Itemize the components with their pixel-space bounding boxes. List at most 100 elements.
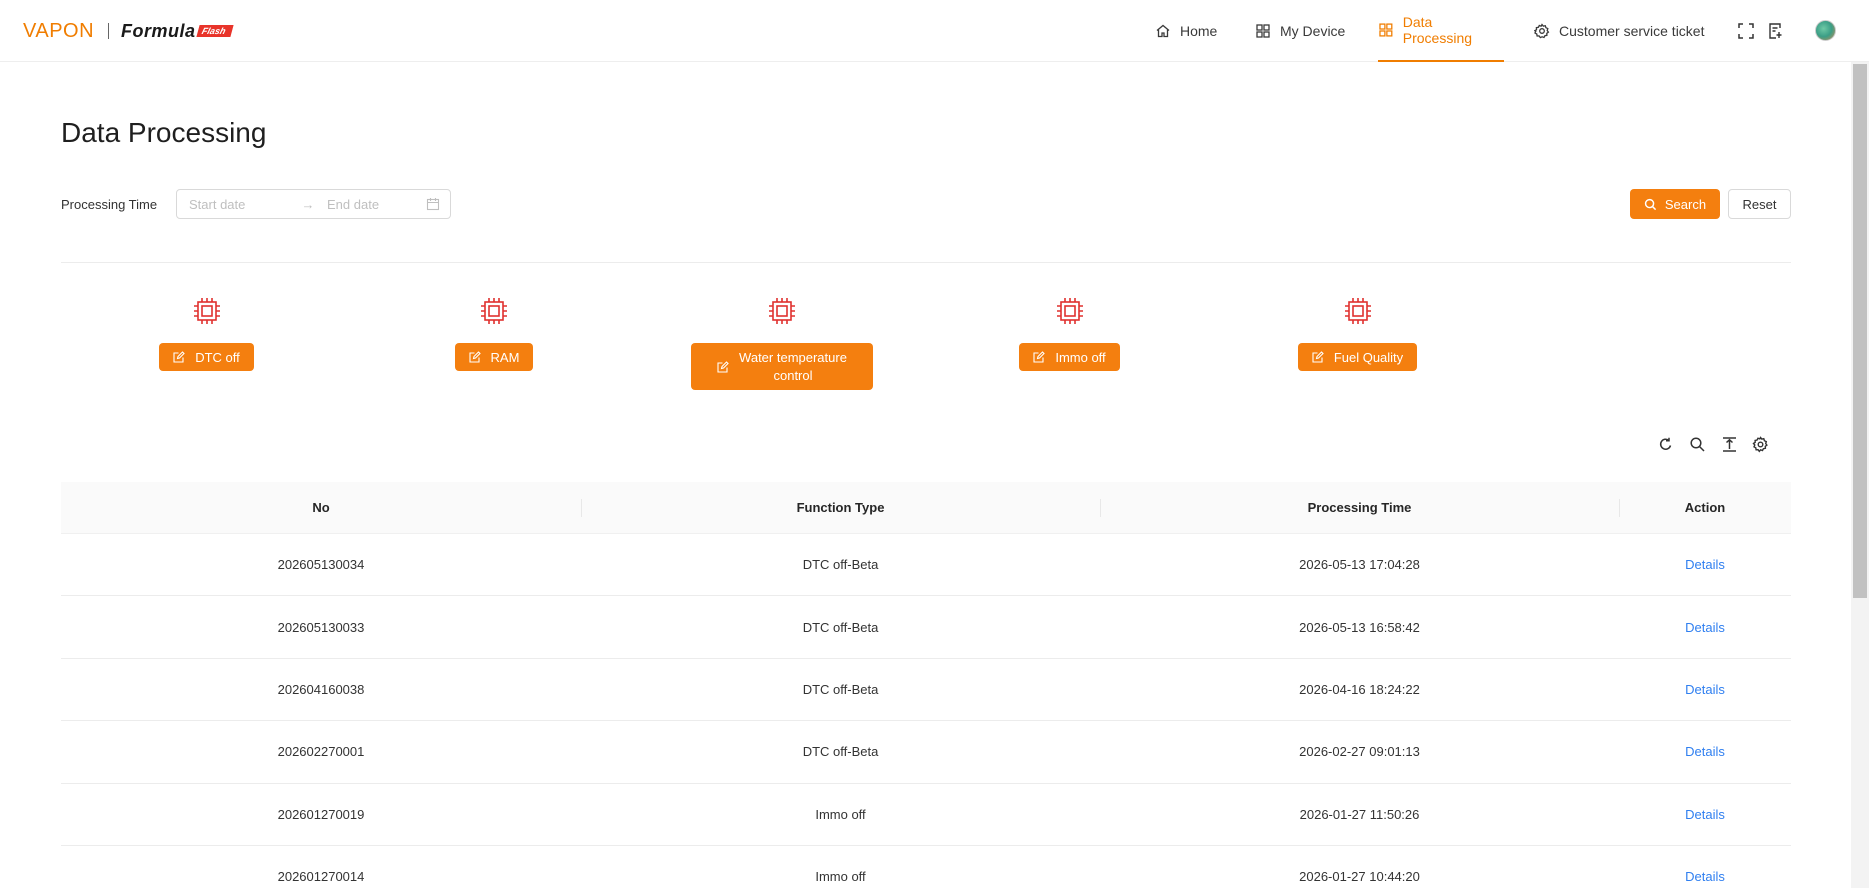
ram-label: RAM [490, 349, 520, 365]
date-range-picker[interactable]: Start date → End date [176, 189, 451, 219]
row-processing-time: 2026-02-27 09:01:13 [1299, 744, 1420, 760]
table-row: 202604160038 DTC off-Beta 2026-04-16 18:… [61, 659, 1791, 722]
search-icon [1644, 198, 1657, 210]
row-processing-time: 2026-01-27 10:44:20 [1299, 869, 1420, 885]
reset-button[interactable]: Reset [1728, 189, 1791, 219]
row-no: 202605130034 [277, 557, 365, 573]
details-link[interactable]: Details [1685, 744, 1725, 759]
fuel-quality-label: Fuel Quality [1333, 349, 1404, 365]
nav-home-label: Home [1180, 23, 1218, 39]
fullscreen-icon[interactable] [1737, 22, 1755, 40]
table-header: No Function Type Processing Time Action [61, 482, 1791, 534]
edit-icon [717, 360, 729, 373]
row-no: 202601270019 [277, 806, 365, 822]
details-link[interactable]: Details [1685, 557, 1725, 572]
column-header-processing-time[interactable]: Processing Time [1100, 482, 1619, 533]
processing-time-label: Processing Time [61, 197, 158, 212]
row-no: 202604160038 [277, 681, 365, 697]
row-function-type: DTC off-Beta [802, 681, 879, 697]
top-header: VAPON Formula Flash Home My Device Data … [0, 0, 1869, 62]
search-button-label: Search [1664, 196, 1707, 212]
brand-logo[interactable]: VAPON Formula Flash [23, 18, 233, 44]
edit-icon [1312, 351, 1324, 363]
water-temperature-label-line2: control [773, 367, 813, 383]
edit-icon [468, 351, 481, 363]
row-function-type: DTC off-Beta [802, 557, 879, 573]
details-link[interactable]: Details [1685, 682, 1725, 697]
nav-my-device-label: My Device [1280, 23, 1346, 39]
dtc-off-label: DTC off [195, 349, 240, 365]
home-icon [1156, 24, 1170, 38]
function-water-temperature: Water temperature control [691, 295, 873, 390]
function-ram: RAM [448, 295, 540, 371]
export-icon[interactable] [1767, 22, 1785, 40]
page-scrollbar-thumb[interactable] [1853, 64, 1867, 598]
arrow-right-icon: → [301, 196, 315, 212]
logo-vapon: VAPON [23, 19, 95, 42]
water-temperature-label: Water temperature control [739, 349, 847, 385]
page-title: Data Processing [61, 117, 267, 148]
search-button[interactable]: Search [1630, 189, 1720, 219]
table-row: 202601270014 Immo off 2026-01-27 10:44:2… [61, 846, 1791, 888]
immo-off-button[interactable]: Immo off [1019, 343, 1120, 371]
row-function-type: DTC off-Beta [802, 619, 879, 635]
column-header-no[interactable]: No [61, 482, 581, 533]
search-icon[interactable] [1689, 436, 1706, 453]
data-table: No Function Type Processing Time Action … [61, 482, 1791, 888]
row-no: 202601270014 [277, 869, 365, 885]
section-divider [61, 262, 1791, 263]
row-processing-time: 2026-01-27 11:50:26 [1299, 806, 1420, 822]
nav-customer-service-label: Customer service ticket [1559, 23, 1705, 39]
nav-my-device[interactable]: My Device [1255, 0, 1345, 62]
chip-icon [1344, 298, 1371, 324]
chip-icon [481, 298, 507, 324]
row-no: 202605130033 [277, 619, 365, 635]
avatar[interactable] [1815, 20, 1836, 41]
table-row: 202602270001 DTC off-Beta 2026-02-27 09:… [61, 721, 1791, 784]
calendar-icon [426, 198, 440, 211]
row-processing-time: 2026-05-13 16:58:42 [1299, 619, 1420, 635]
function-dtc-off: DTC off [153, 295, 260, 371]
table-row: 202601270019 Immo off 2026-01-27 11:50:2… [61, 784, 1791, 846]
row-function-type: DTC off-Beta [802, 744, 879, 760]
chip-icon [193, 298, 220, 324]
row-function-type: Immo off [815, 806, 866, 822]
dtc-off-button[interactable]: DTC off [159, 343, 254, 371]
start-date-input[interactable]: Start date [189, 197, 293, 212]
row-processing-time: 2026-05-13 17:04:28 [1299, 557, 1420, 573]
row-no: 202602270001 [277, 744, 365, 760]
details-link[interactable]: Details [1685, 620, 1725, 635]
column-header-action[interactable]: Action [1619, 482, 1791, 533]
end-date-input[interactable]: End date [327, 197, 427, 212]
immo-off-label: Immo off [1055, 349, 1106, 365]
logo-divider [108, 23, 110, 39]
nav-home[interactable]: Home [1155, 0, 1217, 62]
chip-icon [769, 298, 795, 324]
grid-icon [1379, 23, 1393, 37]
row-processing-time: 2026-04-16 18:24:22 [1299, 681, 1420, 697]
details-link[interactable]: Details [1685, 807, 1725, 822]
column-height-icon[interactable] [1721, 436, 1738, 453]
nav-data-processing[interactable]: Data Processing [1378, 0, 1504, 62]
table-row: 202605130034 DTC off-Beta 2026-05-13 17:… [61, 534, 1791, 597]
details-link[interactable]: Details [1685, 869, 1725, 884]
logo-flash: Flash [195, 25, 233, 37]
row-function-type: Immo off [815, 869, 866, 885]
reload-icon[interactable] [1657, 436, 1674, 453]
function-fuel-quality: Fuel Quality [1291, 295, 1424, 371]
setting-icon[interactable] [1752, 436, 1769, 453]
grid-icon [1256, 24, 1270, 38]
chip-icon [1056, 298, 1083, 324]
nav-customer-service[interactable]: Customer service ticket [1534, 0, 1704, 62]
edit-icon [1033, 351, 1046, 363]
edit-icon [173, 351, 185, 363]
nav-data-processing-label: Data Processing [1402, 14, 1473, 46]
gear-icon [1534, 23, 1550, 39]
column-header-function-type[interactable]: Function Type [581, 482, 1100, 533]
water-temperature-control-button[interactable]: Water temperature control [691, 343, 873, 390]
logo-formula: Formula [121, 20, 196, 41]
water-temperature-label-line1: Water temperature [739, 349, 847, 365]
ram-button[interactable]: RAM [454, 343, 534, 371]
fuel-quality-button[interactable]: Fuel Quality [1297, 343, 1418, 371]
function-immo-off: Immo off [1010, 295, 1129, 371]
